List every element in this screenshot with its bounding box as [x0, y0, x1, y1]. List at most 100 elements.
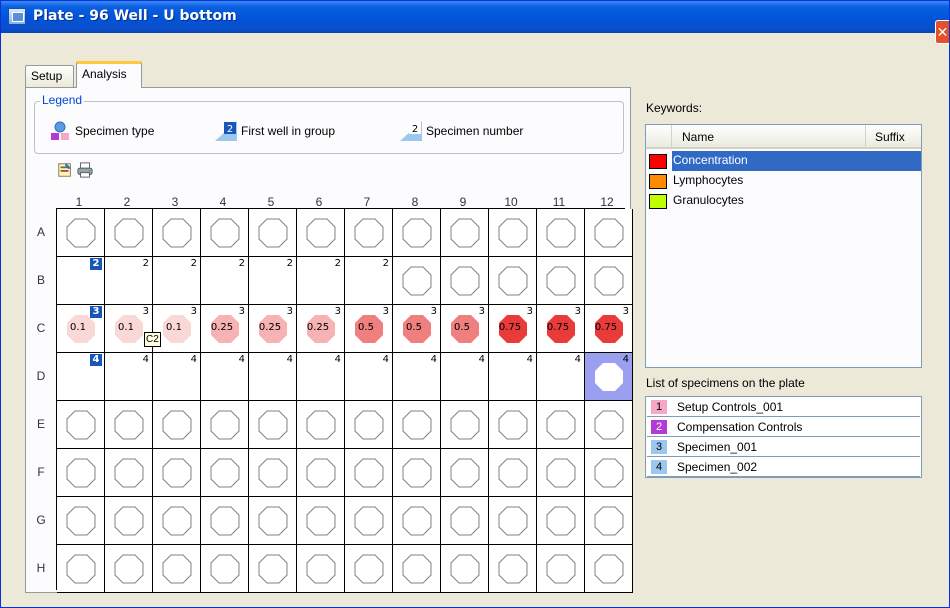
column-header-5[interactable]: 5: [247, 195, 295, 209]
well-F11[interactable]: [537, 449, 585, 497]
well-B6[interactable]: 2: [297, 257, 345, 305]
well-F12[interactable]: [585, 449, 633, 497]
specimen-item[interactable]: 2 Compensation Controls: [647, 417, 920, 437]
well-D2[interactable]: 4: [105, 353, 153, 401]
well-G12[interactable]: [585, 497, 633, 545]
well-F2[interactable]: [105, 449, 153, 497]
well-H7[interactable]: [345, 545, 393, 593]
well-E3[interactable]: [153, 401, 201, 449]
well-C10[interactable]: 0.75 3: [489, 305, 537, 353]
well-B7[interactable]: 2: [345, 257, 393, 305]
keyword-suffix[interactable]: [865, 191, 921, 211]
keyword-row-lymphocytes[interactable]: Lymphocytes: [646, 171, 921, 191]
well-E9[interactable]: [441, 401, 489, 449]
keyword-row-granulocytes[interactable]: Granulocytes: [646, 191, 921, 211]
keyword-row-concentration[interactable]: Concentration: [646, 151, 921, 171]
well-C4[interactable]: 0.25 3: [201, 305, 249, 353]
well-C12[interactable]: 0.75 3: [585, 305, 633, 353]
well-G11[interactable]: [537, 497, 585, 545]
row-header-B[interactable]: B: [34, 273, 48, 287]
well-A8[interactable]: [393, 209, 441, 257]
well-A1[interactable]: [57, 209, 105, 257]
keyword-color-swatch[interactable]: [649, 154, 667, 169]
well-B5[interactable]: 2: [249, 257, 297, 305]
well-F10[interactable]: [489, 449, 537, 497]
well-B8[interactable]: [393, 257, 441, 305]
well-D3[interactable]: 4: [153, 353, 201, 401]
well-B1[interactable]: 2: [57, 257, 105, 305]
well-A5[interactable]: [249, 209, 297, 257]
row-header-H[interactable]: H: [34, 561, 48, 575]
row-header-E[interactable]: E: [34, 417, 48, 431]
well-B4[interactable]: 2: [201, 257, 249, 305]
well-D7[interactable]: 4: [345, 353, 393, 401]
well-D4[interactable]: 4: [201, 353, 249, 401]
well-H12[interactable]: [585, 545, 633, 593]
keyword-name[interactable]: Granulocytes: [672, 191, 865, 211]
well-D1[interactable]: 4: [57, 353, 105, 401]
row-header-C[interactable]: C: [34, 321, 48, 335]
well-F5[interactable]: [249, 449, 297, 497]
well-C9[interactable]: 0.5 3: [441, 305, 489, 353]
close-button[interactable]: ✕: [935, 20, 949, 44]
column-header-7[interactable]: 7: [343, 195, 391, 209]
properties-icon[interactable]: [56, 161, 74, 179]
well-C5[interactable]: 0.25 3: [249, 305, 297, 353]
well-A10[interactable]: [489, 209, 537, 257]
well-C7[interactable]: 0.5 3: [345, 305, 393, 353]
well-A2[interactable]: [105, 209, 153, 257]
well-H3[interactable]: [153, 545, 201, 593]
column-header-12[interactable]: 12: [583, 195, 631, 209]
well-B2[interactable]: 2: [105, 257, 153, 305]
well-D12[interactable]: 4: [585, 353, 633, 401]
column-header-10[interactable]: 10: [487, 195, 535, 209]
well-H6[interactable]: [297, 545, 345, 593]
well-A6[interactable]: [297, 209, 345, 257]
well-G4[interactable]: [201, 497, 249, 545]
well-F7[interactable]: [345, 449, 393, 497]
well-G3[interactable]: [153, 497, 201, 545]
print-icon[interactable]: [76, 161, 94, 179]
well-A11[interactable]: [537, 209, 585, 257]
well-H9[interactable]: [441, 545, 489, 593]
row-header-G[interactable]: G: [34, 513, 48, 527]
column-header-8[interactable]: 8: [391, 195, 439, 209]
well-E6[interactable]: [297, 401, 345, 449]
well-H11[interactable]: [537, 545, 585, 593]
column-header-4[interactable]: 4: [199, 195, 247, 209]
well-B11[interactable]: [537, 257, 585, 305]
well-C11[interactable]: 0.75 3: [537, 305, 585, 353]
well-E5[interactable]: [249, 401, 297, 449]
well-E7[interactable]: [345, 401, 393, 449]
well-F3[interactable]: [153, 449, 201, 497]
well-G7[interactable]: [345, 497, 393, 545]
keywords-header-name[interactable]: Name: [682, 130, 714, 144]
column-header-1[interactable]: 1: [55, 195, 103, 209]
row-header-F[interactable]: F: [34, 465, 48, 479]
well-E12[interactable]: [585, 401, 633, 449]
row-header-D[interactable]: D: [34, 369, 48, 383]
column-header-2[interactable]: 2: [103, 195, 151, 209]
well-E4[interactable]: [201, 401, 249, 449]
well-H8[interactable]: [393, 545, 441, 593]
well-G1[interactable]: [57, 497, 105, 545]
well-B3[interactable]: 2: [153, 257, 201, 305]
well-E1[interactable]: [57, 401, 105, 449]
well-H1[interactable]: [57, 545, 105, 593]
well-A4[interactable]: [201, 209, 249, 257]
well-B12[interactable]: [585, 257, 633, 305]
well-F4[interactable]: [201, 449, 249, 497]
row-header-A[interactable]: A: [34, 225, 48, 239]
well-B9[interactable]: [441, 257, 489, 305]
specimen-item[interactable]: 4 Specimen_002: [647, 457, 920, 477]
well-G8[interactable]: [393, 497, 441, 545]
well-H5[interactable]: [249, 545, 297, 593]
tab-setup[interactable]: Setup: [25, 65, 74, 87]
well-G2[interactable]: [105, 497, 153, 545]
well-H4[interactable]: [201, 545, 249, 593]
well-E8[interactable]: [393, 401, 441, 449]
keyword-suffix[interactable]: [865, 151, 921, 171]
well-G10[interactable]: [489, 497, 537, 545]
well-E11[interactable]: [537, 401, 585, 449]
well-E10[interactable]: [489, 401, 537, 449]
